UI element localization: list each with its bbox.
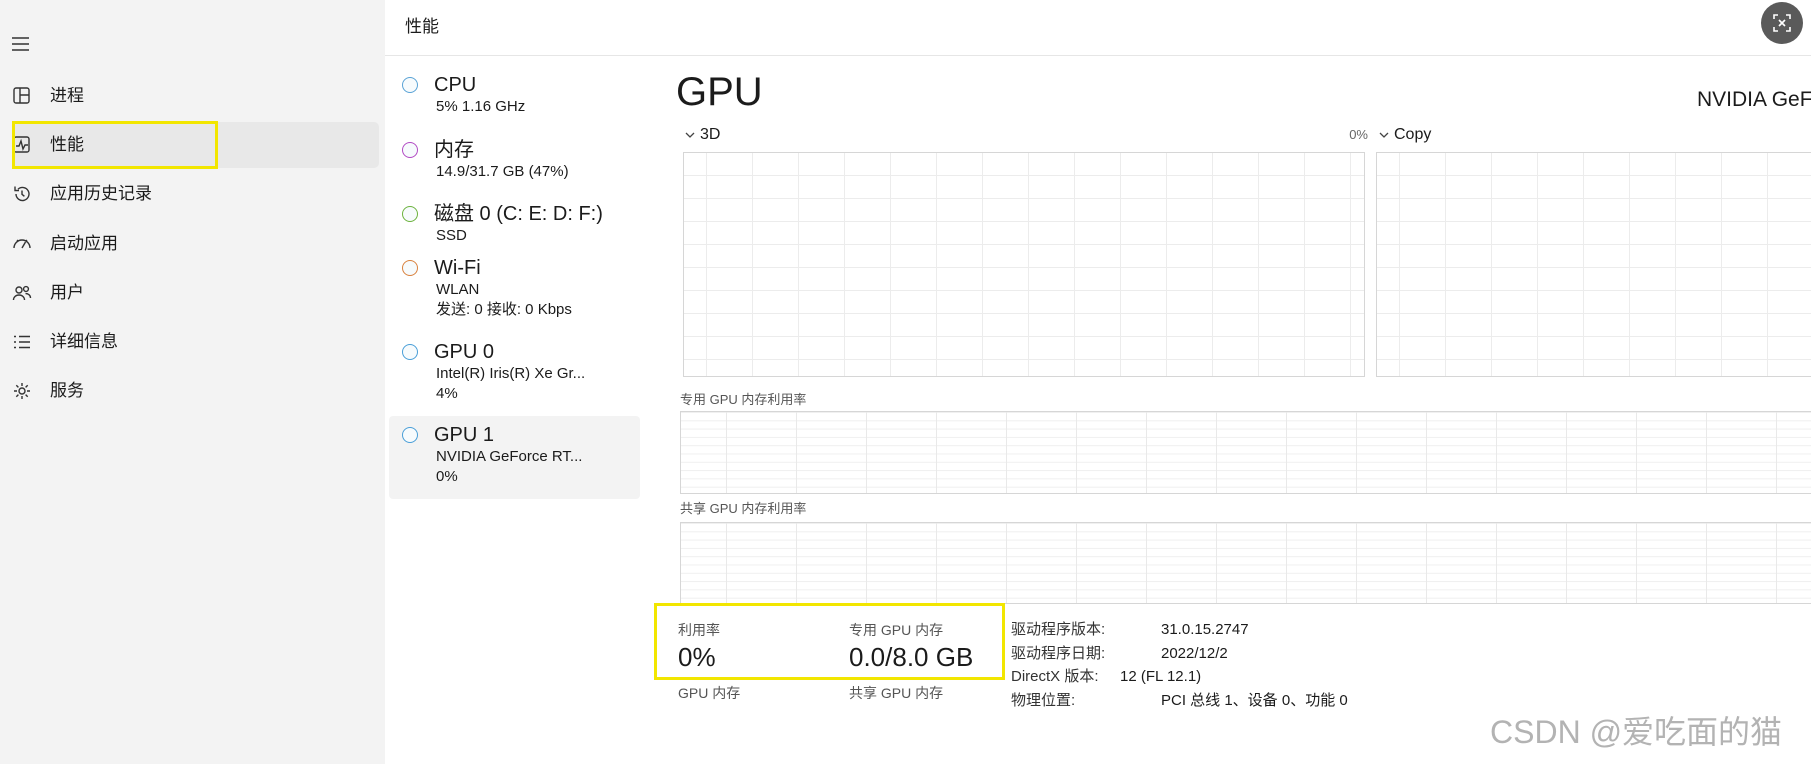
details-icon (12, 332, 32, 352)
device-name: 磁盘 0 (C: E: D: F:) (434, 203, 603, 225)
utilization-label: 利用率 (678, 622, 720, 638)
device-item-cpu[interactable]: CPU 5% 1.16 GHz (389, 66, 640, 127)
sidebar: 进程 性能 应用历史记录 启动应用 用户 详细信息 服务 (0, 0, 385, 764)
shared-memory-label: 共享 GPU 内存 (849, 685, 944, 701)
sidebar-item-label: 用户 (50, 283, 84, 302)
device-name: GPU 0 (434, 341, 495, 363)
device-detail: WLAN (436, 281, 480, 298)
startup-apps-icon (12, 234, 32, 254)
physical-location-label: 物理位置: (1011, 692, 1076, 709)
driver-version-value: 31.0.15.2747 (1161, 621, 1249, 638)
engine-3d-chart (683, 152, 1365, 377)
cpu-status-dot (402, 77, 418, 93)
engine-selector-copy[interactable]: Copy (1378, 124, 1431, 146)
sidebar-item-label: 启动应用 (50, 234, 118, 253)
driver-date-label: 驱动程序日期: (1011, 645, 1106, 662)
sidebar-item-label: 进程 (50, 86, 84, 105)
sidebar-item-users[interactable]: 用户 (12, 270, 379, 316)
wifi-status-dot (402, 260, 418, 276)
driver-date-value: 2022/12/2 (1161, 645, 1228, 662)
device-detail: 发送: 0 接收: 0 Kbps (436, 301, 572, 318)
device-item-disk[interactable]: 磁盘 0 (C: E: D: F:) SSD (389, 195, 640, 256)
disk-status-dot (402, 206, 418, 222)
page-title: 性能 (405, 17, 439, 36)
directx-version-label: DirectX 版本: (1011, 668, 1099, 685)
dedicated-memory-value: 0.0/8.0 GB (849, 642, 974, 672)
shared-memory-chart (680, 522, 1811, 604)
device-name: 内存 (434, 139, 474, 161)
device-item-memory[interactable]: 内存 14.9/31.7 GB (47%) (389, 131, 640, 192)
engine-label: Copy (1394, 126, 1432, 143)
watermark-container: CSDN @爱吃面的猫 (1490, 710, 1811, 754)
users-icon (12, 283, 32, 303)
device-name: GPU 1 (434, 424, 495, 446)
driver-version-label: 驱动程序版本: (1011, 621, 1106, 638)
utilization-value: 0% (678, 642, 716, 672)
gpu1-status-dot (402, 427, 418, 443)
gpu-model-name: NVIDIA GeF (1697, 88, 1811, 111)
compact-view-icon (1772, 13, 1792, 33)
memory-status-dot (402, 142, 418, 158)
directx-version-value: 12 (FL 12.1) (1120, 668, 1202, 685)
device-detail: Intel(R) Iris(R) Xe Gr... (436, 365, 586, 382)
device-detail: 14.9/31.7 GB (47%) (436, 163, 569, 180)
sidebar-item-label: 详细信息 (50, 332, 118, 351)
device-item-gpu0[interactable]: GPU 0 Intel(R) Iris(R) Xe Gr... 4% (389, 333, 640, 414)
engine-selector-3d[interactable]: 3D (684, 124, 720, 146)
dedicated-memory-label: 专用 GPU 内存 (849, 622, 944, 638)
device-item-gpu1[interactable]: GPU 1 NVIDIA GeForce RT... 0% (389, 416, 640, 499)
device-detail: 4% (436, 385, 458, 402)
sidebar-item-label: 应用历史记录 (50, 184, 152, 203)
device-detail: NVIDIA GeForce RT... (436, 448, 583, 465)
sidebar-item-details[interactable]: 详细信息 (12, 319, 379, 365)
services-icon (12, 381, 32, 401)
sidebar-item-processes[interactable]: 进程 (12, 73, 379, 119)
compact-view-button[interactable] (1761, 2, 1803, 44)
app-history-icon (12, 184, 32, 204)
gpu-title: GPU (676, 70, 763, 114)
processes-icon (12, 86, 32, 106)
sidebar-item-startup-apps[interactable]: 启动应用 (12, 221, 379, 267)
device-detail: 0% (436, 468, 458, 485)
shared-memory-chart-label: 共享 GPU 内存利用率 (680, 501, 807, 516)
device-name: CPU (434, 74, 477, 96)
physical-location-value: PCI 总线 1、设备 0、功能 0 (1161, 692, 1348, 709)
dedicated-memory-chart (680, 411, 1811, 494)
highlight-annotation-box (12, 121, 218, 169)
chevron-down-icon (684, 129, 696, 141)
sidebar-item-label: 服务 (50, 381, 84, 400)
device-detail: SSD (436, 227, 467, 244)
chevron-down-icon (1378, 129, 1390, 141)
gpu-model-container: NVIDIA GeF (1697, 86, 1811, 114)
watermark: CSDN @爱吃面的猫 (1490, 714, 1783, 750)
gpu0-status-dot (402, 344, 418, 360)
device-detail: 5% 1.16 GHz (436, 98, 526, 115)
engine-utilization-value: 0% (1349, 127, 1368, 142)
device-name: Wi-Fi (434, 257, 481, 279)
engine-copy-chart (1376, 152, 1811, 377)
device-item-wifi[interactable]: Wi-Fi WLAN 发送: 0 接收: 0 Kbps (389, 249, 640, 330)
gpu-memory-label: GPU 内存 (678, 685, 741, 701)
dedicated-memory-chart-label: 专用 GPU 内存利用率 (680, 392, 807, 407)
hamburger-menu-icon[interactable] (10, 34, 32, 54)
engine-label: 3D (700, 126, 721, 143)
header-divider (385, 55, 1811, 56)
sidebar-item-services[interactable]: 服务 (12, 368, 379, 414)
sidebar-item-app-history[interactable]: 应用历史记录 (12, 171, 379, 217)
